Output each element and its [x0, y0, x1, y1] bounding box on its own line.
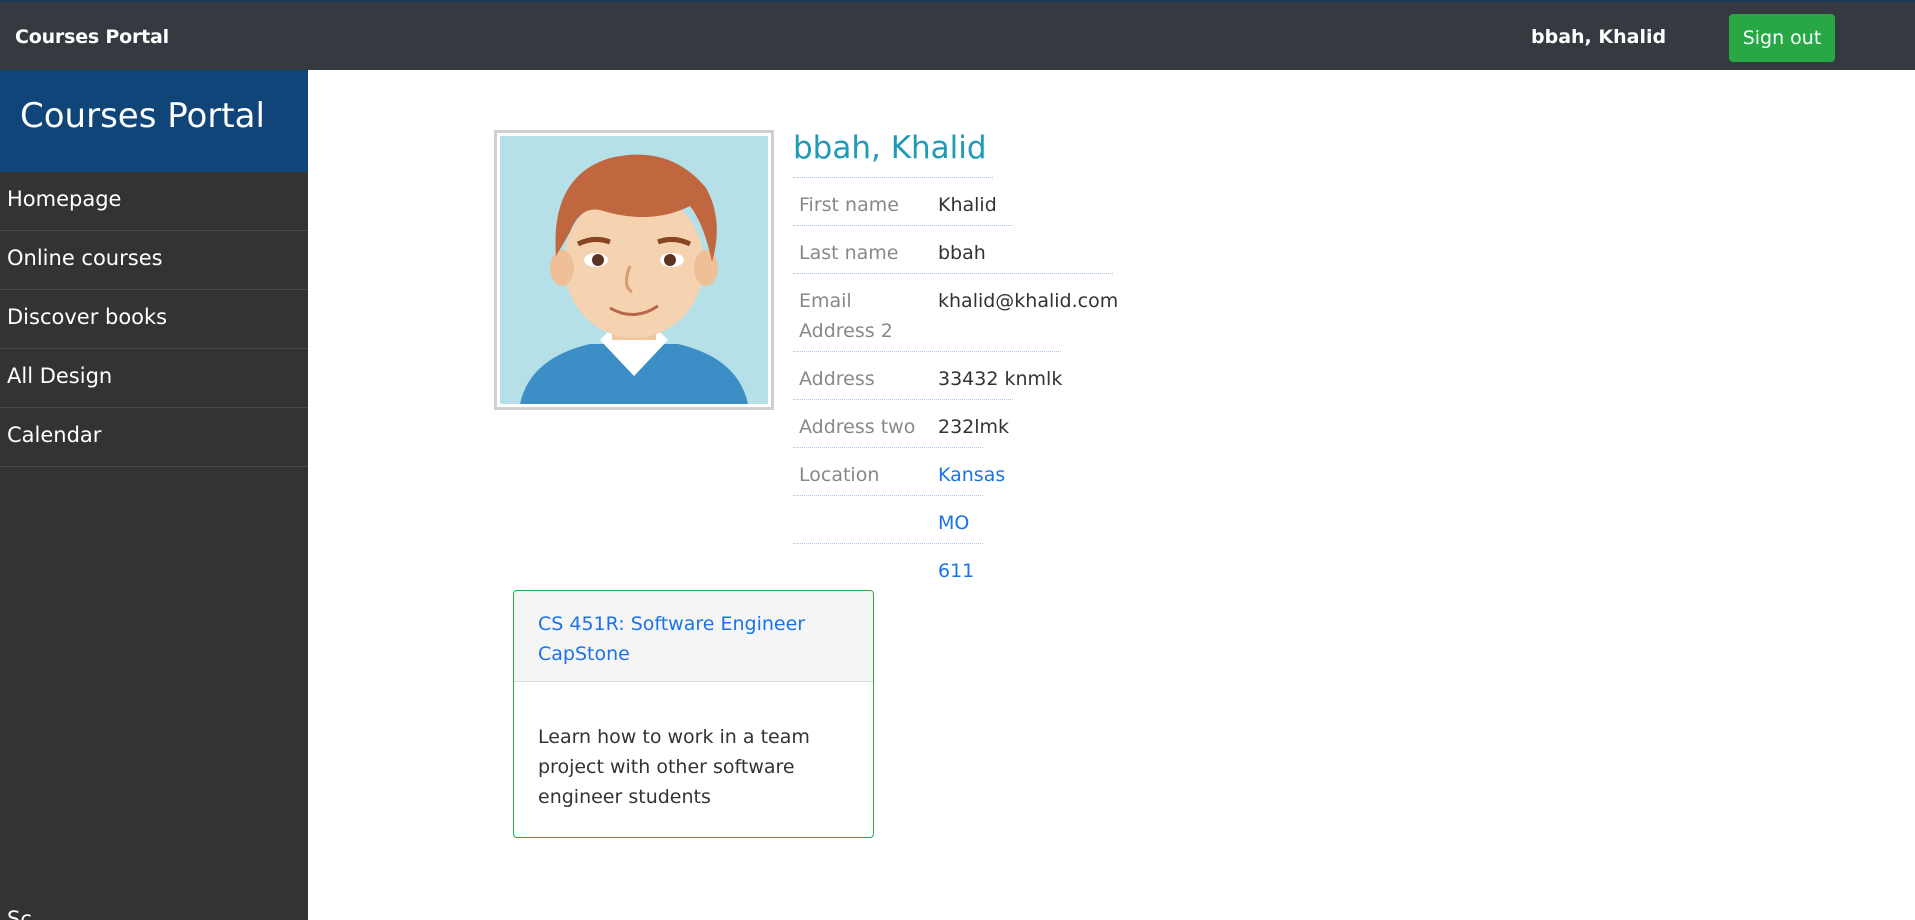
email-label: Email Address 2	[799, 290, 893, 342]
location-city-link[interactable]: Kansas	[938, 460, 1005, 490]
sidebar-item-calendar[interactable]: Calendar	[0, 408, 308, 467]
sidebar-item-discover-books[interactable]: Discover books	[0, 290, 308, 349]
sidebar-item-label: Discover books	[7, 305, 168, 329]
profile-name: bbah, Khalid	[793, 130, 987, 166]
sidebar-item-label: All Design	[7, 364, 113, 388]
last-name-row: Last name bbah	[793, 225, 1013, 273]
email-row: Email Address 2 khalid@khalid.com	[793, 273, 1118, 351]
last-name-value: bbah	[938, 242, 986, 264]
address-label: Address	[799, 368, 875, 390]
last-name-label: Last name	[799, 242, 899, 264]
course-card: CS 451R: Software Engineer CapStone Lear…	[513, 590, 874, 838]
sidebar-item-partial[interactable]: Sc...	[7, 907, 52, 920]
navbar-brand[interactable]: Courses Portal	[15, 26, 169, 48]
location-zip-row: 611	[793, 543, 983, 591]
location-state-row: MO	[793, 495, 983, 543]
first-name-label: First name	[799, 194, 899, 216]
sidebar-item-label: Homepage	[7, 187, 122, 211]
course-title-link[interactable]: CS 451R: Software Engineer CapStone	[538, 613, 805, 665]
sidebar: Courses Portal Homepage Online courses D…	[0, 70, 308, 920]
location-row: Location Kansas	[793, 447, 1005, 495]
current-user-name[interactable]: bbah, Khalid	[1531, 26, 1666, 48]
address-two-label: Address two	[799, 416, 916, 438]
profile-avatar	[494, 130, 774, 410]
avatar-image	[500, 136, 768, 404]
address-two-row: Address two 232lmk	[793, 399, 1013, 447]
profile-info-table: First name Khalid Last name bbah Email A…	[793, 177, 1118, 591]
course-description: Learn how to work in a team project with…	[538, 726, 810, 808]
sidebar-item-homepage[interactable]: Homepage	[0, 172, 308, 231]
address-two-value: 232lmk	[938, 416, 1010, 438]
email-value: khalid@khalid.com	[938, 290, 1119, 312]
location-state-link[interactable]: MO	[938, 508, 969, 538]
sidebar-item-all-design[interactable]: All Design	[0, 349, 308, 408]
top-navbar: Courses Portal bbah, Khalid Sign out	[0, 0, 1915, 70]
course-card-header: CS 451R: Software Engineer CapStone	[514, 591, 873, 682]
sidebar-item-label: Calendar	[7, 423, 102, 447]
location-label: Location	[799, 464, 880, 486]
sidebar-item-label: Online courses	[7, 246, 163, 270]
address-value: 33432 knmlk	[938, 368, 1063, 390]
sidebar-title: Courses Portal	[20, 96, 265, 136]
address-row: Address 33432 knmlk	[793, 351, 1063, 399]
location-zip-link[interactable]: 611	[938, 556, 974, 586]
sign-out-button[interactable]: Sign out	[1729, 14, 1835, 62]
first-name-value: Khalid	[938, 194, 997, 216]
first-name-row: First name Khalid	[793, 177, 997, 225]
sidebar-item-online-courses[interactable]: Online courses	[0, 231, 308, 290]
sidebar-header: Courses Portal	[0, 70, 308, 172]
